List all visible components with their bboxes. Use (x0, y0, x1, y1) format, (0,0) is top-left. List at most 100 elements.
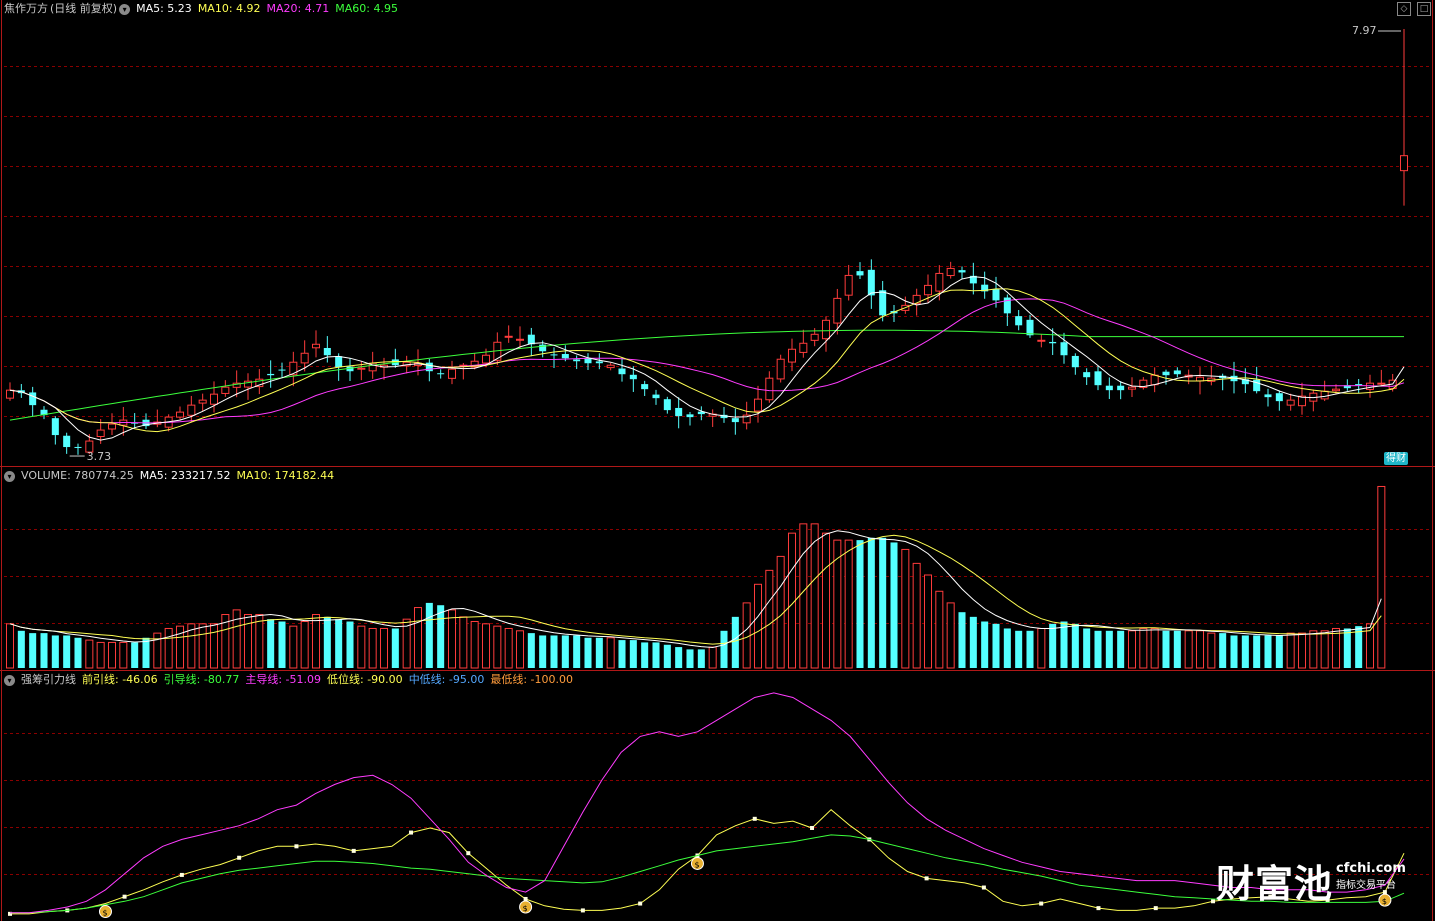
ma20-line (9, 298, 1405, 424)
volume-bar-down (527, 633, 535, 668)
volume-bar-down (890, 542, 898, 668)
volume-bar-down (1343, 628, 1351, 668)
volume-bar-down (1060, 621, 1068, 668)
volume-bar-down (1071, 623, 1079, 668)
volume-bar-up (1286, 632, 1295, 669)
candle-up (357, 367, 366, 370)
candle-down (437, 373, 445, 375)
volume-bar-down (1026, 630, 1034, 668)
volume-bar-down (142, 637, 150, 668)
volume-bar-up (708, 646, 717, 669)
volume-bar-down (1264, 635, 1272, 668)
volume-bar-up (1195, 630, 1205, 669)
candle-up (935, 272, 944, 292)
indicator-l1-marker (523, 896, 528, 901)
volume-bar-down (425, 602, 433, 668)
volume-bar-up (447, 609, 457, 669)
indicator-l3-legend: 主导线: -51.09 (245, 673, 322, 686)
candle-up (1377, 382, 1386, 385)
volume-bar-down (539, 635, 547, 668)
volume-bar-down (856, 540, 864, 668)
candle-up (311, 343, 321, 349)
indicator-settings-dropdown-icon[interactable]: ▾ (4, 674, 15, 686)
volume-bar-up (119, 641, 128, 669)
maximize-icon[interactable]: □ (1417, 2, 1431, 16)
main-settings-dropdown-icon[interactable]: ▾ (119, 3, 131, 15)
watermark-url: cfchi.com (1336, 861, 1406, 876)
candle-up (1195, 376, 1205, 382)
volume-bar-down (1015, 630, 1023, 668)
volume-bar-up (1309, 630, 1318, 669)
candle-down (1105, 385, 1113, 391)
indicator-l2-line (10, 834, 1405, 914)
volume-bar-down (629, 640, 637, 668)
watermark-tagline: 指标交易平台 (1336, 880, 1396, 891)
indicator-l1-marker (179, 872, 184, 877)
volume-bar-up (1150, 627, 1159, 669)
volume-bar-up (799, 523, 808, 669)
main-panel-header: 焦作万方 (日线 前复权) ▾ MA5: 5.23 MA10: 4.92 MA20: 4.… (4, 2, 404, 16)
volume-bar-up (901, 548, 910, 669)
candle-up (776, 358, 785, 380)
volume-bar-down (981, 621, 989, 668)
volume-bar-down (278, 621, 286, 668)
volume-bar-down (437, 605, 445, 668)
volume-bar-down (618, 640, 626, 668)
chart-mode: (日线 前复权) (50, 2, 118, 15)
volume-bar-down (323, 616, 331, 668)
candle-down (1071, 355, 1079, 368)
volume-bar-down (1230, 635, 1238, 668)
volume-bar-up (946, 602, 955, 669)
volume-bar-up (413, 607, 423, 669)
collapse-icon[interactable]: ◇ (1397, 2, 1411, 16)
volume-bar-up (912, 562, 921, 669)
volume-bar-down (867, 537, 875, 668)
volume-bar-up (1127, 630, 1137, 669)
volume-bar-up (493, 625, 502, 669)
volume-bar-up (753, 583, 763, 669)
volume-bar-up (765, 569, 774, 669)
volume-settings-dropdown-icon[interactable]: ▾ (4, 470, 15, 482)
indicator-l1-marker (810, 825, 815, 830)
ma10-line (9, 288, 1405, 433)
volume-bar-down (969, 616, 977, 668)
volume-bar-up (1139, 627, 1148, 669)
volume-bar-down (40, 633, 48, 668)
indicator-l1-marker (1211, 899, 1216, 904)
volume-panel-header: ▾ VOLUME: 780774.25 MA5: 233217.52 MA10: 17… (4, 469, 340, 483)
candle-up (300, 352, 309, 364)
candle-up (504, 335, 513, 338)
candle-up (1331, 388, 1341, 392)
indicator-l1-marker (122, 894, 127, 899)
candle-down (1026, 319, 1034, 336)
volume-bar-down (992, 623, 1000, 668)
volume-bar-up (289, 625, 298, 669)
candle-down (1173, 370, 1181, 375)
indicator-l3-line (10, 692, 1405, 914)
info-badge[interactable]: 得财 (1384, 452, 1408, 465)
volume-bar-down (1083, 628, 1091, 668)
volume-bar-up (923, 574, 933, 669)
money-bag-icon-glyph: $ (523, 904, 528, 913)
candle-down (278, 369, 286, 371)
candle-down (1162, 371, 1170, 376)
candle-up (821, 319, 831, 340)
candle-down (618, 368, 626, 375)
volume-bar-up (164, 627, 173, 669)
volume-bar-up (368, 627, 377, 669)
candle-down (595, 361, 603, 364)
candle-down (29, 392, 37, 406)
candle-up (1320, 390, 1329, 400)
indicator-l1-marker (294, 844, 299, 849)
candle-up (198, 399, 207, 404)
volume-bar-down (51, 635, 59, 668)
indicator-l1-marker (466, 851, 471, 856)
ma5-line (9, 276, 1405, 441)
indicator-l2-legend: 引导线: -80.77 (163, 673, 240, 686)
candle-up (833, 297, 842, 324)
volume-bar-up (1037, 627, 1046, 669)
volume-bar-up (787, 532, 797, 669)
candle-down (731, 418, 739, 423)
volume-bar-up (810, 523, 819, 669)
candle-down (629, 374, 637, 380)
